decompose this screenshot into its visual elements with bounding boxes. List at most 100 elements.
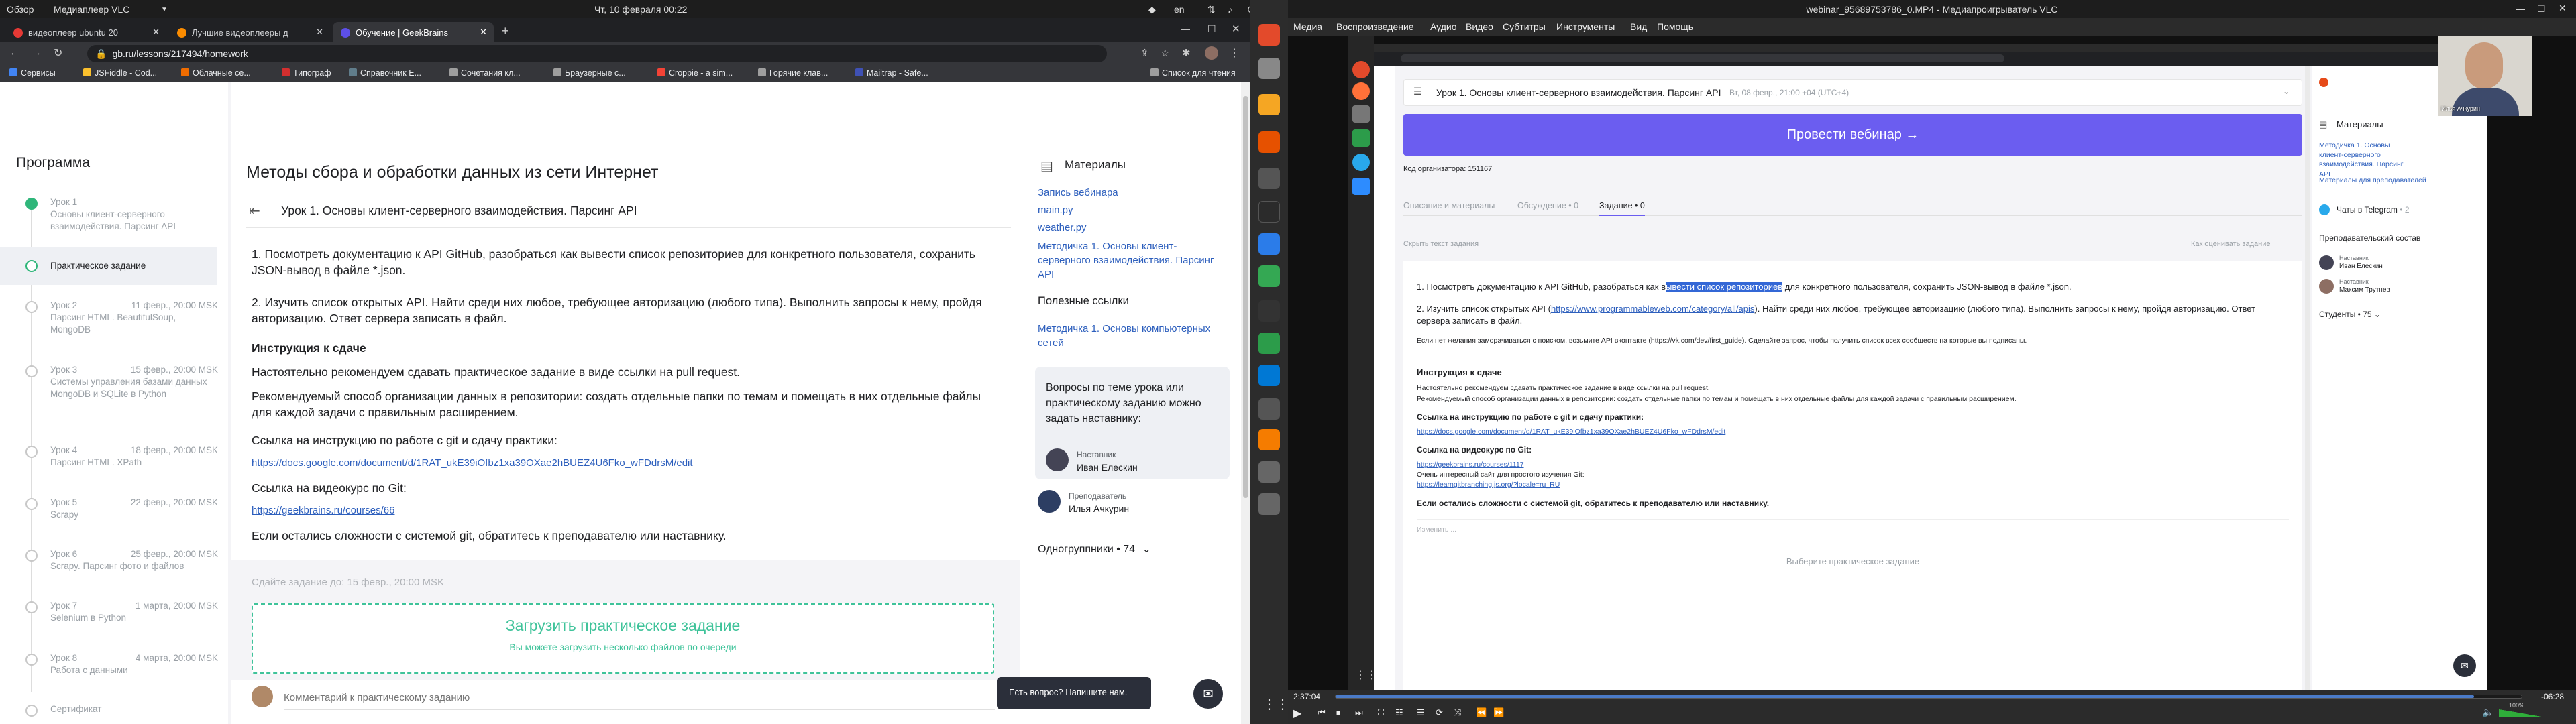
minimize-icon[interactable]: — <box>2516 3 2525 14</box>
avatar[interactable] <box>1205 46 1218 60</box>
close-window-icon[interactable]: ✕ <box>2559 3 2567 14</box>
chrome-icon[interactable] <box>1258 24 1280 46</box>
reload-icon[interactable]: ↻ <box>54 46 62 60</box>
comment-input[interactable] <box>284 686 995 710</box>
seek-bar[interactable] <box>1335 695 2522 699</box>
playlist-icon[interactable]: ☰ <box>1417 707 1425 718</box>
lesson-item[interactable]: Урок 5 22 февр., 20:00 MSK Scrapy <box>50 497 218 521</box>
material-link[interactable]: weather.py <box>1038 222 1087 233</box>
menu-icon[interactable]: ⋮ <box>1229 46 1240 60</box>
chat-tooltip[interactable]: Есть вопрос? Напишите нам. <box>997 677 1151 709</box>
bookmark-item[interactable]: Mailtrap - Safe... <box>855 68 928 78</box>
menu-audio[interactable]: Аудио <box>1430 21 1457 32</box>
menu-playback[interactable]: Воспроизведение <box>1336 21 1414 32</box>
reading-list[interactable]: Список для чтения <box>1150 68 1236 78</box>
extensions-icon[interactable]: ✱ <box>1182 47 1191 59</box>
close-icon[interactable]: ✕ <box>316 27 323 38</box>
browser-tab[interactable]: видеоплеер ubuntu 20 ✕ <box>5 22 166 42</box>
vlc-icon[interactable] <box>1258 429 1280 450</box>
lesson-item[interactable]: Урок 3 15 февр., 20:00 MSK Системы управле… <box>50 364 218 401</box>
extended-settings-icon[interactable]: ☷ <box>1395 707 1403 718</box>
vscode-icon[interactable] <box>1258 365 1280 386</box>
bookmark-item[interactable]: Сервисы <box>9 68 56 78</box>
forward-icon[interactable]: → <box>31 47 42 59</box>
close-window-icon[interactable]: ✕ <box>1232 23 1240 35</box>
bookmark-item[interactable]: Типограф <box>282 68 331 78</box>
menu-video[interactable]: Видео <box>1466 21 1493 32</box>
app-icon[interactable] <box>1258 300 1280 322</box>
lesson-item-current[interactable]: Практическое задание <box>50 260 218 272</box>
app-icon[interactable] <box>1258 201 1280 223</box>
pycharm-icon[interactable] <box>1258 333 1280 354</box>
menu-media[interactable]: Медиа <box>1293 21 1322 32</box>
app-icon[interactable] <box>1258 233 1280 255</box>
volume-icon[interactable]: ♪ <box>1228 4 1232 15</box>
bookmark-item[interactable]: Сочетания кл... <box>449 68 521 78</box>
scrollbar-thumb[interactable] <box>1243 96 1248 498</box>
menu-tools[interactable]: Инструменты <box>1556 21 1615 32</box>
certificate-item[interactable]: Сертификат <box>50 703 218 715</box>
fullscreen-icon[interactable]: ⛶ <box>1378 707 1384 718</box>
bookmark-item[interactable]: Браузерные с... <box>553 68 626 78</box>
play-icon[interactable]: ▶ <box>1293 707 1301 720</box>
dropbox-icon[interactable]: ◆ <box>1148 4 1156 15</box>
lesson-item[interactable]: Урок 6 25 февр., 20:00 MSK Scrapy. Парсинг… <box>50 548 218 572</box>
bookmark-item[interactable]: Облачные се... <box>181 68 251 78</box>
video-frame[interactable]: ⋮⋮ ☰ Урок 1. Основы клиент-серверного вз… <box>1288 36 2576 690</box>
frame-forward-icon[interactable]: ⏩ <box>1493 707 1504 718</box>
git-course-link[interactable]: https://geekbrains.ru/courses/66 <box>252 505 394 516</box>
star-icon[interactable]: ☆ <box>1161 47 1169 59</box>
bookmark-item[interactable]: JSFiddle - Cod... <box>83 68 157 78</box>
material-link[interactable]: Запись вебинара <box>1038 187 1118 198</box>
app-icon[interactable] <box>1258 398 1280 420</box>
maximize-icon[interactable]: ☐ <box>1208 23 1216 35</box>
git-instructions-link[interactable]: https://docs.google.com/document/d/1RAT_… <box>252 457 693 469</box>
app-icon[interactable] <box>1258 493 1280 515</box>
lesson-item[interactable]: Урок 4 18 февр., 20:00 MSK Парсинг HTML. X… <box>50 444 218 469</box>
chrome-icon[interactable] <box>1258 265 1280 287</box>
show-apps-icon[interactable]: ⋮⋮ <box>1263 696 1289 713</box>
lesson-item[interactable]: Урок 1 Основы клиент-серверного взаимодей… <box>50 196 218 233</box>
stop-icon[interactable]: ⏹ <box>1336 707 1341 718</box>
bookmark-item[interactable]: Croppie - a sim... <box>657 68 733 78</box>
bookmark-item[interactable]: Горячие клав... <box>758 68 828 78</box>
loop-icon[interactable]: ⟳ <box>1436 707 1443 718</box>
files-icon[interactable] <box>1258 58 1280 79</box>
chat-icon[interactable]: ✉ <box>1193 679 1223 709</box>
browser-tab-active[interactable]: Обучение | GeekBrains ✕ <box>333 22 494 42</box>
menu-subtitles[interactable]: Субтитры <box>1503 21 1546 32</box>
app-icon[interactable] <box>1258 461 1280 483</box>
minimize-icon[interactable]: — <box>1181 23 1190 34</box>
menu-help[interactable]: Помощь <box>1657 21 1693 32</box>
language-indicator[interactable]: en <box>1174 4 1185 15</box>
material-link[interactable]: Методичка 1. Основы клиент-серверного вз… <box>1038 239 1226 282</box>
collapse-menu-icon[interactable]: ⇤ <box>249 202 260 219</box>
upload-dropzone[interactable]: Загрузить практическое задание Вы можете… <box>252 603 994 674</box>
rhythmbox-icon[interactable] <box>1258 94 1280 115</box>
terminal-icon[interactable] <box>1258 168 1280 189</box>
active-app-label[interactable]: Медиаплеер VLC <box>54 4 129 15</box>
share-icon[interactable]: ⇪ <box>1140 47 1149 59</box>
previous-icon[interactable]: ⏮ <box>1318 707 1326 718</box>
browser-tab[interactable]: Лучшие видеоплееры д ✕ <box>169 22 330 42</box>
useful-link[interactable]: Методичка 1. Основы компьютерных сетей <box>1038 322 1226 350</box>
volume-icon[interactable]: 🔈 <box>2482 707 2493 718</box>
close-icon[interactable]: ✕ <box>152 27 160 38</box>
mentor-name[interactable]: Иван Елескин <box>1077 462 1138 473</box>
back-icon[interactable]: ← <box>9 47 20 59</box>
maximize-icon[interactable]: ☐ <box>2537 3 2546 15</box>
lesson-item[interactable]: Урок 71 марта, 20:00 MSK Selenium в Pytho… <box>50 600 218 624</box>
bookmark-item[interactable]: Справочник Е... <box>349 68 421 78</box>
close-icon[interactable]: ✕ <box>480 27 487 38</box>
menu-view[interactable]: Вид <box>1630 21 1647 32</box>
lesson-item[interactable]: Урок 2 11 февр., 20:00 MSK Парсинг HTML. B… <box>50 300 218 337</box>
lesson-item[interactable]: Урок 84 марта, 20:00 MSK Работа с данными <box>50 652 218 676</box>
next-icon[interactable]: ⏭ <box>1355 707 1363 718</box>
software-icon[interactable] <box>1258 131 1280 153</box>
network-icon[interactable]: ⇅ <box>1208 4 1216 15</box>
shuffle-icon[interactable]: ⤨ <box>1454 707 1461 718</box>
scrollbar[interactable] <box>1241 82 1250 724</box>
teacher-name[interactable]: Илья Ачкурин <box>1069 503 1129 514</box>
url-field[interactable]: 🔒 gb.ru/lessons/217494/homework <box>87 45 1107 62</box>
volume-slider[interactable] <box>2499 709 2546 717</box>
